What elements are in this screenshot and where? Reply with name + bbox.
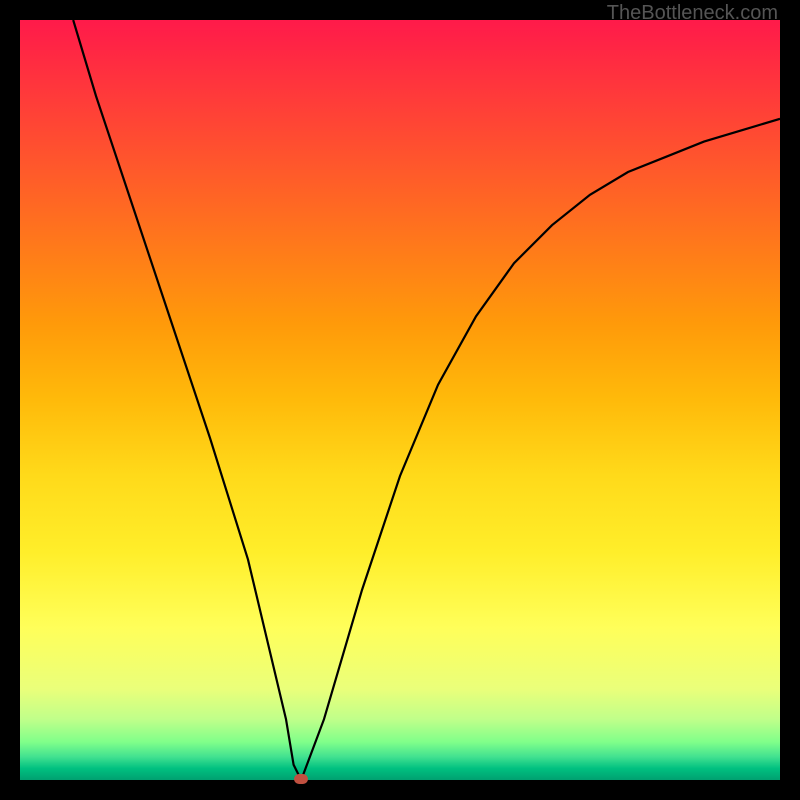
curve-svg <box>20 20 780 780</box>
optimum-marker <box>294 774 308 784</box>
plot-area <box>20 20 780 780</box>
chart-container: TheBottleneck.com <box>0 0 800 800</box>
bottleneck-curve <box>73 20 780 780</box>
watermark-label: TheBottleneck.com <box>607 2 778 25</box>
